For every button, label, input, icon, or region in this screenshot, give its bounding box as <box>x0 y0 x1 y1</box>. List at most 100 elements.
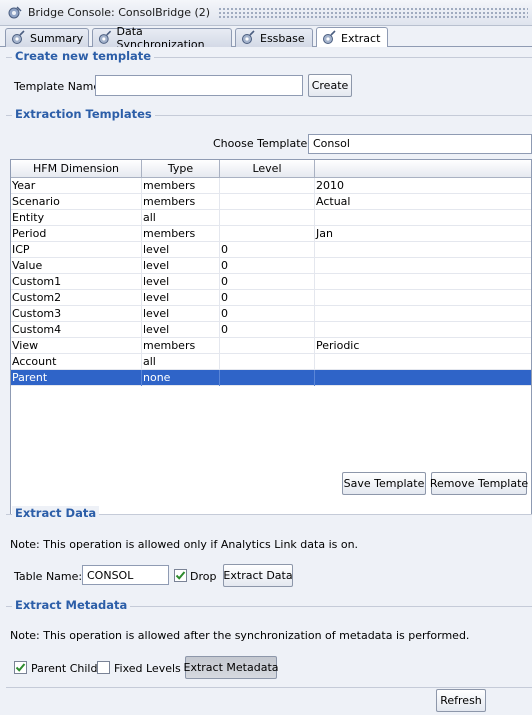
tab-label: Extract <box>341 31 381 45</box>
drop-label: Drop <box>190 570 217 583</box>
template-name-input[interactable] <box>95 75 303 96</box>
cell-hfm-dimension[interactable]: Custom3 <box>11 306 142 322</box>
cell-value[interactable] <box>315 354 531 370</box>
extract-metadata-button[interactable]: Extract Metadata <box>184 656 279 679</box>
cell-value[interactable]: 2010 <box>315 178 531 194</box>
create-button[interactable]: Create <box>308 74 352 97</box>
cell-level[interactable] <box>220 370 315 386</box>
cell-hfm-dimension[interactable]: Parent <box>11 370 142 386</box>
save-template-button[interactable]: Save Template <box>342 472 426 495</box>
titlebar-grip[interactable] <box>218 6 528 19</box>
cell-value[interactable] <box>315 290 531 306</box>
remove-template-button[interactable]: Remove Template <box>430 472 528 495</box>
table-name-input[interactable] <box>82 565 169 585</box>
cell-hfm-dimension[interactable]: ICP <box>11 242 142 258</box>
cell-level[interactable]: 0 <box>220 274 315 290</box>
table-row[interactable]: Parent none <box>11 370 531 386</box>
template-name-label: Template Name: <box>14 80 104 93</box>
extraction-template-table[interactable]: HFM Dimension Type Level Year members 2010… <box>10 159 532 515</box>
table-row[interactable]: View members Periodic <box>11 338 531 354</box>
refresh-button[interactable]: Refresh <box>436 689 486 712</box>
table-row[interactable]: Custom1 level 0 <box>11 274 531 290</box>
cell-level[interactable]: 0 <box>220 290 315 306</box>
extract-data-note: Note: This operation is allowed only if … <box>10 538 359 551</box>
column-header-value[interactable] <box>315 160 531 178</box>
gear-link-icon <box>98 30 112 44</box>
tab-essbase[interactable]: Essbase <box>235 28 313 47</box>
cell-hfm-dimension[interactable]: Custom1 <box>11 274 142 290</box>
cell-hfm-dimension[interactable]: Year <box>11 178 142 194</box>
gear-link-icon <box>12 30 25 44</box>
choose-template-value: Consol <box>313 137 350 150</box>
cell-hfm-dimension[interactable]: Scenario <box>11 194 142 210</box>
cell-hfm-dimension[interactable]: Value <box>11 258 142 274</box>
choose-template-label: Choose Template: <box>213 137 312 150</box>
table-row[interactable]: Year members 2010 <box>11 178 531 194</box>
cell-level[interactable]: 0 <box>220 322 315 338</box>
cell-type[interactable]: level <box>142 258 220 274</box>
cell-type[interactable]: all <box>142 210 220 226</box>
column-header-level[interactable]: Level <box>220 160 315 178</box>
cell-hfm-dimension[interactable]: View <box>11 338 142 354</box>
choose-template-select[interactable]: Consol <box>308 134 532 154</box>
cell-hfm-dimension[interactable]: Custom2 <box>11 290 142 306</box>
cell-level[interactable]: 0 <box>220 258 315 274</box>
extract-metadata-note: Note: This operation is allowed after th… <box>10 629 470 642</box>
cell-value[interactable] <box>315 370 531 386</box>
cell-level[interactable] <box>220 226 315 242</box>
cell-type[interactable]: level <box>142 290 220 306</box>
cell-value[interactable] <box>315 274 531 290</box>
cell-type[interactable]: level <box>142 242 220 258</box>
cell-value[interactable] <box>315 242 531 258</box>
tab-data-synchronization[interactable]: Data Synchronization <box>92 25 232 51</box>
cell-level[interactable]: 0 <box>220 242 315 258</box>
cell-type[interactable]: members <box>142 338 220 354</box>
parent-child-checkbox[interactable] <box>14 661 27 674</box>
drop-checkbox[interactable] <box>174 569 187 582</box>
tab-extract[interactable]: Extract <box>316 27 388 48</box>
section-title-create-template: Create new template <box>12 49 155 63</box>
tab-label: Summary <box>30 31 84 45</box>
cell-level[interactable] <box>220 338 315 354</box>
cell-value[interactable]: Jan <box>315 226 531 242</box>
checkmark-icon <box>175 571 186 580</box>
bridge-console-icon <box>8 5 22 18</box>
table-row[interactable]: Custom4 level 0 <box>11 322 531 338</box>
cell-type[interactable]: level <box>142 274 220 290</box>
cell-level[interactable] <box>220 178 315 194</box>
cell-type[interactable]: all <box>142 354 220 370</box>
cell-value[interactable] <box>315 210 531 226</box>
cell-level[interactable] <box>220 210 315 226</box>
cell-value[interactable] <box>315 258 531 274</box>
table-row[interactable]: Scenario members Actual <box>11 194 531 210</box>
cell-value[interactable] <box>315 306 531 322</box>
cell-type[interactable]: none <box>142 370 220 386</box>
table-row[interactable]: Account all <box>11 354 531 370</box>
table-row[interactable]: Value level 0 <box>11 258 531 274</box>
column-header-type[interactable]: Type <box>142 160 220 178</box>
cell-hfm-dimension[interactable]: Custom4 <box>11 322 142 338</box>
cell-type[interactable]: level <box>142 306 220 322</box>
column-header-hfm-dimension[interactable]: HFM Dimension <box>11 160 142 178</box>
cell-type[interactable]: level <box>142 322 220 338</box>
cell-hfm-dimension[interactable]: Entity <box>11 210 142 226</box>
cell-type[interactable]: members <box>142 194 220 210</box>
table-row[interactable]: Custom3 level 0 <box>11 306 531 322</box>
cell-level[interactable]: 0 <box>220 306 315 322</box>
cell-value[interactable] <box>315 322 531 338</box>
cell-level[interactable] <box>220 354 315 370</box>
cell-hfm-dimension[interactable]: Account <box>11 354 142 370</box>
tab-summary[interactable]: Summary <box>5 28 89 47</box>
cell-type[interactable]: members <box>142 226 220 242</box>
table-row[interactable]: Entity all <box>11 210 531 226</box>
table-row[interactable]: ICP level 0 <box>11 242 531 258</box>
fixed-levels-checkbox[interactable] <box>97 661 110 674</box>
cell-type[interactable]: members <box>142 178 220 194</box>
table-row[interactable]: Period members Jan <box>11 226 531 242</box>
cell-value[interactable]: Actual <box>315 194 531 210</box>
table-row[interactable]: Custom2 level 0 <box>11 290 531 306</box>
extract-data-button[interactable]: Extract Data <box>223 564 293 587</box>
cell-value[interactable]: Periodic <box>315 338 531 354</box>
cell-hfm-dimension[interactable]: Period <box>11 226 142 242</box>
cell-level[interactable] <box>220 194 315 210</box>
